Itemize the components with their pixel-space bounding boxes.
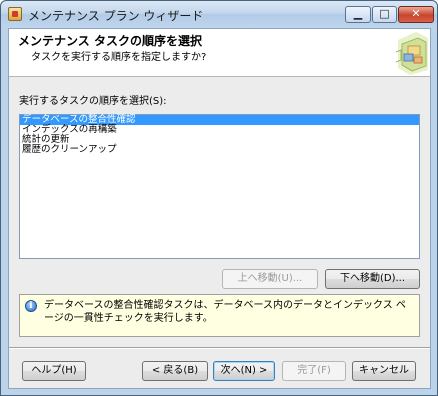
- task-order-listbox[interactable]: データベースの整合性確認 インデックスの再構築 統計の更新 履歴のクリーンアップ: [19, 114, 420, 259]
- title-bar[interactable]: メンテナンス プラン ウィザード ▁ □ ✕: [1, 1, 437, 28]
- app-icon: [8, 7, 22, 21]
- list-item[interactable]: インデックスの再構築: [20, 125, 419, 135]
- finish-button[interactable]: 完了(F): [282, 361, 346, 381]
- minimize-button[interactable]: ▁: [345, 6, 371, 23]
- window-title: メンテナンス プラン ウィザード: [28, 9, 204, 23]
- maximize-button[interactable]: □: [372, 6, 397, 23]
- task-description-text: データベースの整合性確認タスクは、データベース内のデータとインデックス ページの…: [44, 300, 406, 324]
- task-order-label: 実行するタスクの順序を選択(S):: [19, 96, 167, 107]
- page-subtitle: タスクを実行する順序を指定しますか?: [31, 52, 207, 63]
- task-description-panel: i データベースの整合性確認タスクは、データベース内のデータとインデックス ペー…: [19, 294, 420, 337]
- info-icon: i: [25, 300, 37, 312]
- wizard-client-area: メンテナンス タスクの順序を選択 タスクを実行する順序を指定しますか? 実行する…: [8, 28, 431, 389]
- wizard-header: メンテナンス タスクの順序を選択 タスクを実行する順序を指定しますか?: [9, 29, 430, 77]
- list-item[interactable]: 履歴のクリーンアップ: [20, 145, 419, 155]
- page-title: メンテナンス タスクの順序を選択: [18, 34, 202, 48]
- cancel-button[interactable]: キャンセル: [352, 361, 416, 381]
- help-button[interactable]: ヘルプ(H): [22, 361, 86, 381]
- wizard-banner-icon: [395, 32, 428, 75]
- move-up-button[interactable]: 上へ移動(U)...: [222, 269, 318, 289]
- footer-divider: [9, 347, 430, 349]
- next-button[interactable]: 次へ(N) >: [213, 361, 275, 381]
- back-button[interactable]: < 戻る(B): [142, 361, 208, 381]
- wizard-window: メンテナンス プラン ウィザード ▁ □ ✕ メンテナンス タスクの順序を選択 …: [0, 0, 438, 396]
- move-down-button[interactable]: 下へ移動(D)...: [325, 269, 420, 289]
- close-button[interactable]: ✕: [398, 6, 434, 23]
